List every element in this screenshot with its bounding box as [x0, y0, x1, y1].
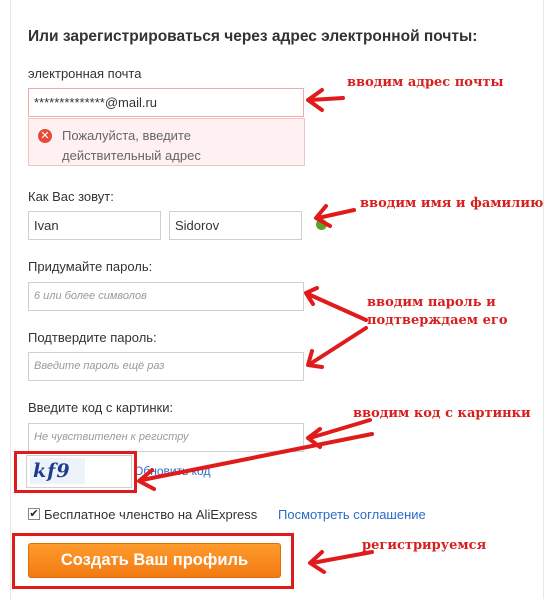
annotation-password-line2: подтверждаем его [367, 313, 508, 328]
annotation-password-line1: вводим пароль и [367, 295, 496, 310]
annotation-captcha: вводим код с картинки [353, 406, 531, 421]
annotation-email: вводим адрес почты [347, 75, 504, 90]
annotation-name: вводим имя и фамилию [360, 196, 544, 211]
annotation-submit: регистрируемся [362, 538, 487, 553]
